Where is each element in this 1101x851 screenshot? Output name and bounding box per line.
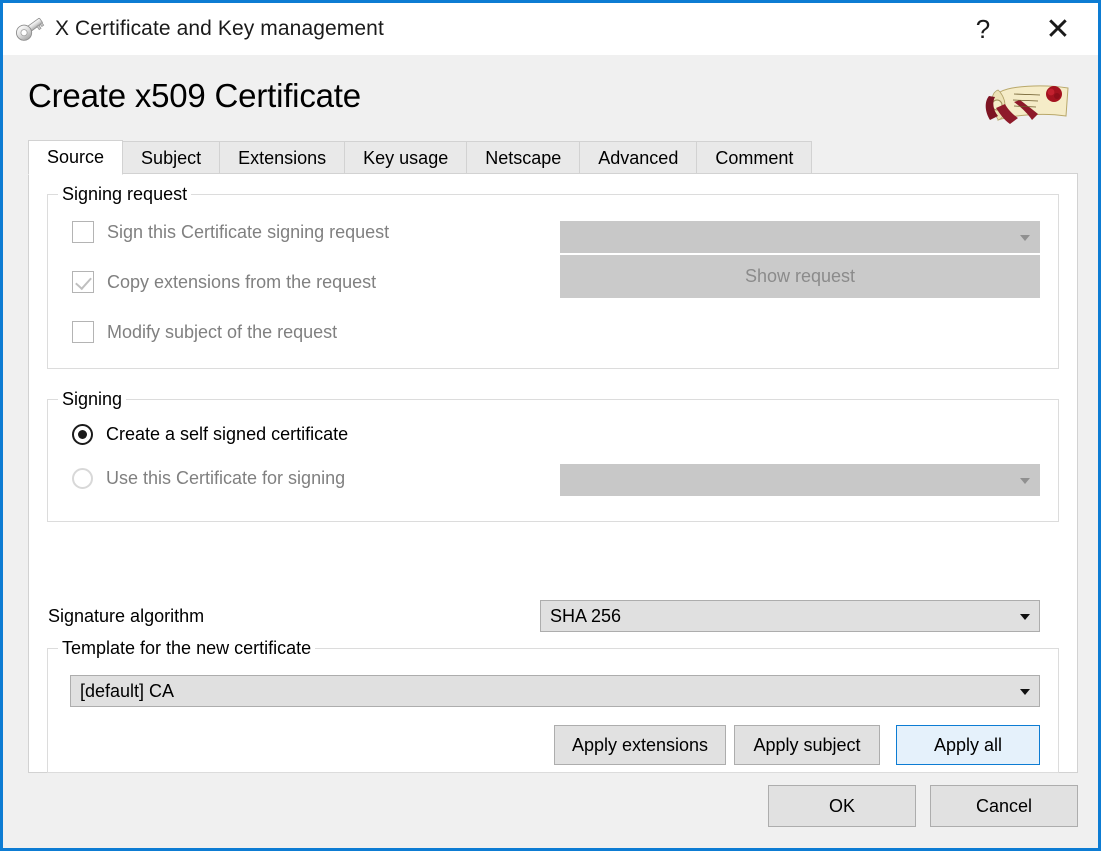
apply-subject-button[interactable]: Apply subject	[734, 725, 880, 765]
tab-source[interactable]: Source	[28, 140, 124, 175]
dialog-body: Create x509 Certificate Source Subject E…	[3, 55, 1098, 848]
self-signed-radio[interactable]	[72, 424, 93, 445]
copy-extensions-label: Copy extensions from the request	[107, 271, 377, 292]
dialog-window: X Certificate and Key management ? ✕ Cre…	[0, 0, 1101, 851]
cancel-button[interactable]: Cancel	[930, 785, 1078, 827]
sign-csr-checkbox-row[interactable]: Sign this Certificate signing request	[72, 221, 389, 243]
signature-algorithm-label: Signature algorithm	[48, 606, 205, 626]
apply-all-button[interactable]: Apply all	[896, 725, 1040, 765]
chevron-down-icon	[1020, 689, 1030, 695]
signing-request-select[interactable]	[560, 221, 1040, 253]
tab-extensions[interactable]: Extensions	[220, 141, 346, 174]
signer-certificate-select[interactable]	[560, 464, 1040, 496]
help-button[interactable]: ?	[960, 3, 1006, 55]
tab-subject[interactable]: Subject	[123, 141, 221, 174]
key-icon	[13, 16, 47, 42]
chevron-down-icon	[1020, 614, 1030, 620]
self-signed-label: Create a self signed certificate	[106, 424, 349, 444]
tab-panel-source: Signing request Sign this Certificate si…	[28, 173, 1078, 773]
title-bar: X Certificate and Key management ? ✕	[3, 3, 1098, 55]
apply-extensions-button[interactable]: Apply extensions	[554, 725, 726, 765]
tab-key-usage[interactable]: Key usage	[345, 141, 468, 174]
signing-group: Signing Create a self signed certificate…	[47, 389, 1059, 522]
sign-csr-checkbox[interactable]	[72, 221, 94, 243]
use-certificate-radio[interactable]	[72, 468, 93, 489]
signature-algorithm-value: SHA 256	[550, 605, 622, 626]
certificate-scroll-icon	[980, 80, 1076, 126]
template-group-title: Template for the new certificate	[58, 638, 316, 659]
chevron-down-icon	[1020, 235, 1030, 241]
signing-request-group: Signing request Sign this Certificate si…	[47, 184, 1059, 369]
close-icon[interactable]: ✕	[1028, 3, 1088, 55]
self-signed-radio-row[interactable]: Create a self signed certificate	[72, 424, 348, 445]
signature-algorithm-select[interactable]: SHA 256	[540, 600, 1040, 632]
sign-csr-label: Sign this Certificate signing request	[107, 221, 390, 242]
tab-bar: Source Subject Extensions Key usage Nets…	[28, 140, 1078, 175]
show-request-button[interactable]: Show request	[560, 255, 1040, 298]
template-select[interactable]: [default] CA	[70, 675, 1040, 707]
use-certificate-radio-row[interactable]: Use this Certificate for signing	[72, 468, 345, 489]
use-certificate-label: Use this Certificate for signing	[106, 468, 346, 488]
tab-netscape[interactable]: Netscape	[467, 141, 581, 174]
signing-group-title: Signing	[58, 389, 127, 410]
tab-comment[interactable]: Comment	[697, 141, 813, 174]
modify-subject-checkbox[interactable]	[72, 321, 94, 343]
copy-extensions-checkbox-row[interactable]: Copy extensions from the request	[72, 271, 376, 293]
modify-subject-label: Modify subject of the request	[107, 321, 338, 342]
template-group: Template for the new certificate [defaul…	[47, 638, 1059, 773]
chevron-down-icon	[1020, 478, 1030, 484]
page-title: Create x509 Certificate	[28, 77, 361, 114]
ok-button[interactable]: OK	[768, 785, 916, 827]
copy-extensions-checkbox[interactable]	[72, 271, 94, 293]
window-title: X Certificate and Key management	[55, 17, 384, 40]
signing-request-group-title: Signing request	[58, 184, 192, 205]
template-select-value: [default] CA	[80, 680, 175, 701]
modify-subject-checkbox-row[interactable]: Modify subject of the request	[72, 321, 337, 343]
tab-advanced[interactable]: Advanced	[580, 141, 698, 174]
